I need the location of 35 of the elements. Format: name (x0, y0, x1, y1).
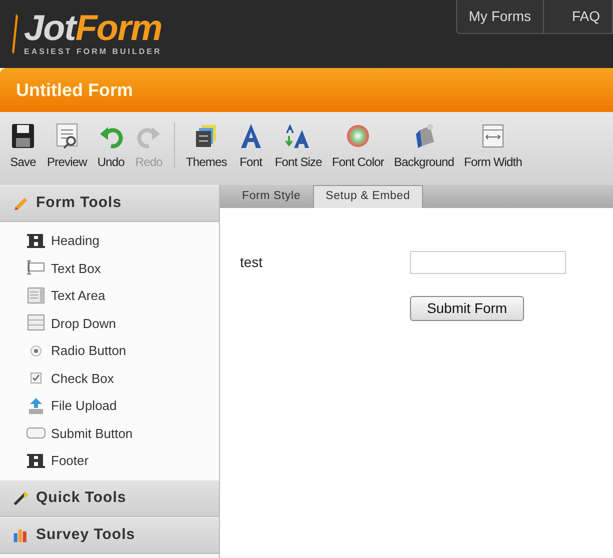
toolbar-button[interactable]: Save (4, 122, 42, 171)
tool-item[interactable]: Radio Button (26, 337, 219, 364)
wand-icon (12, 489, 30, 507)
tagline: EASIEST FORM BUILDER (24, 46, 162, 58)
upload-icon (26, 396, 46, 416)
toolbar-button[interactable]: Background (388, 122, 460, 171)
dropdown-icon (26, 313, 46, 334)
nav-link[interactable]: My Forms (456, 0, 544, 33)
tool-item[interactable]: Drop Down (26, 310, 219, 337)
input-field[interactable] (410, 251, 566, 274)
tool-item[interactable]: Footer (26, 447, 219, 474)
section-header[interactable]: Quick Tools (0, 480, 219, 516)
text-area-icon (26, 286, 46, 306)
tab[interactable]: Setup & Embed (312, 185, 424, 208)
field-label: test (240, 253, 264, 272)
section-header[interactable]: Form Tools (0, 185, 219, 222)
tool-item[interactable]: Text Area (26, 282, 219, 310)
nav-link[interactable]: FAQ (544, 0, 612, 33)
tool-item[interactable]: Heading (26, 227, 219, 254)
tool-item[interactable]: Submit Button (26, 420, 219, 447)
toolbar-button[interactable]: Font Size (270, 122, 327, 171)
tool-item[interactable]: Text Box (26, 254, 219, 282)
toolbar-button[interactable]: Themes (180, 122, 232, 171)
toolbar-button[interactable]: Undo (92, 122, 130, 171)
form-title: Untitled Form (16, 78, 133, 102)
logo-text: JotForm (24, 10, 162, 46)
toolbar-button[interactable]: Font Color (326, 122, 389, 171)
toolbar-button[interactable]: Font (232, 122, 270, 171)
tool-item[interactable]: File Upload (26, 392, 219, 420)
toolbar-button[interactable]: Preview (42, 122, 92, 171)
tab[interactable]: Form Style (230, 185, 313, 208)
toolbar-button[interactable]: Form Width (459, 122, 528, 171)
submit-button[interactable]: Submit Form (410, 296, 524, 321)
tool-item[interactable]: Check Box (26, 364, 219, 392)
section-header[interactable]: Survey Tools (0, 516, 219, 554)
